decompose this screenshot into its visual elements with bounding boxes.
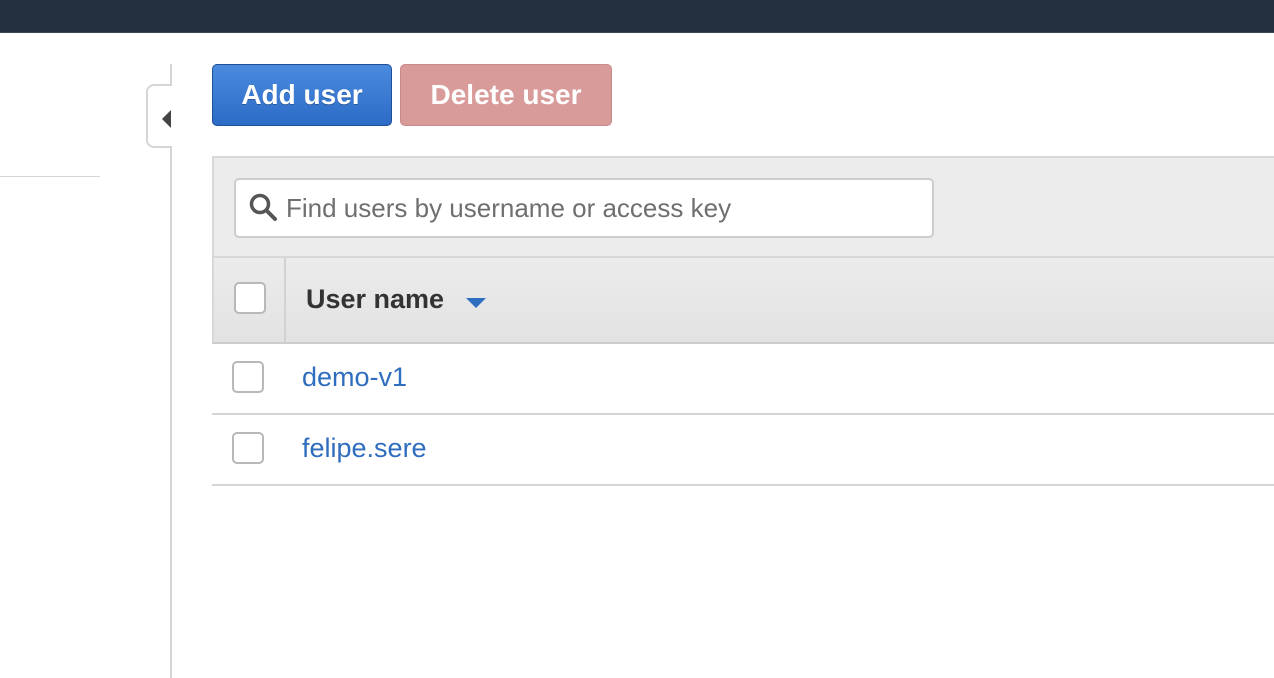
select-all-checkbox[interactable] — [234, 282, 266, 314]
row-checkbox[interactable] — [232, 361, 264, 393]
top-navigation-bar — [0, 0, 1274, 33]
table-row: demo-v1 — [212, 344, 1274, 415]
user-name-link[interactable]: demo-v1 — [302, 362, 407, 393]
sort-desc-icon[interactable] — [466, 298, 486, 308]
sidebar-divider — [0, 176, 100, 177]
table-row: felipe.sere — [212, 415, 1274, 486]
search-box[interactable] — [234, 178, 934, 238]
search-input[interactable] — [286, 186, 916, 230]
add-user-button[interactable]: Add user — [212, 64, 392, 126]
collapse-sidebar-button[interactable] — [146, 84, 172, 148]
panel-border — [170, 64, 172, 678]
column-header-user-name[interactable]: User name — [306, 284, 444, 315]
chevron-left-icon — [162, 110, 171, 128]
user-name-link[interactable]: felipe.sere — [302, 433, 427, 464]
header-column-divider — [284, 258, 286, 342]
row-checkbox[interactable] — [232, 432, 264, 464]
search-icon — [249, 193, 277, 221]
table-header-row: User name — [212, 258, 1274, 344]
delete-user-button[interactable]: Delete user — [400, 64, 612, 126]
